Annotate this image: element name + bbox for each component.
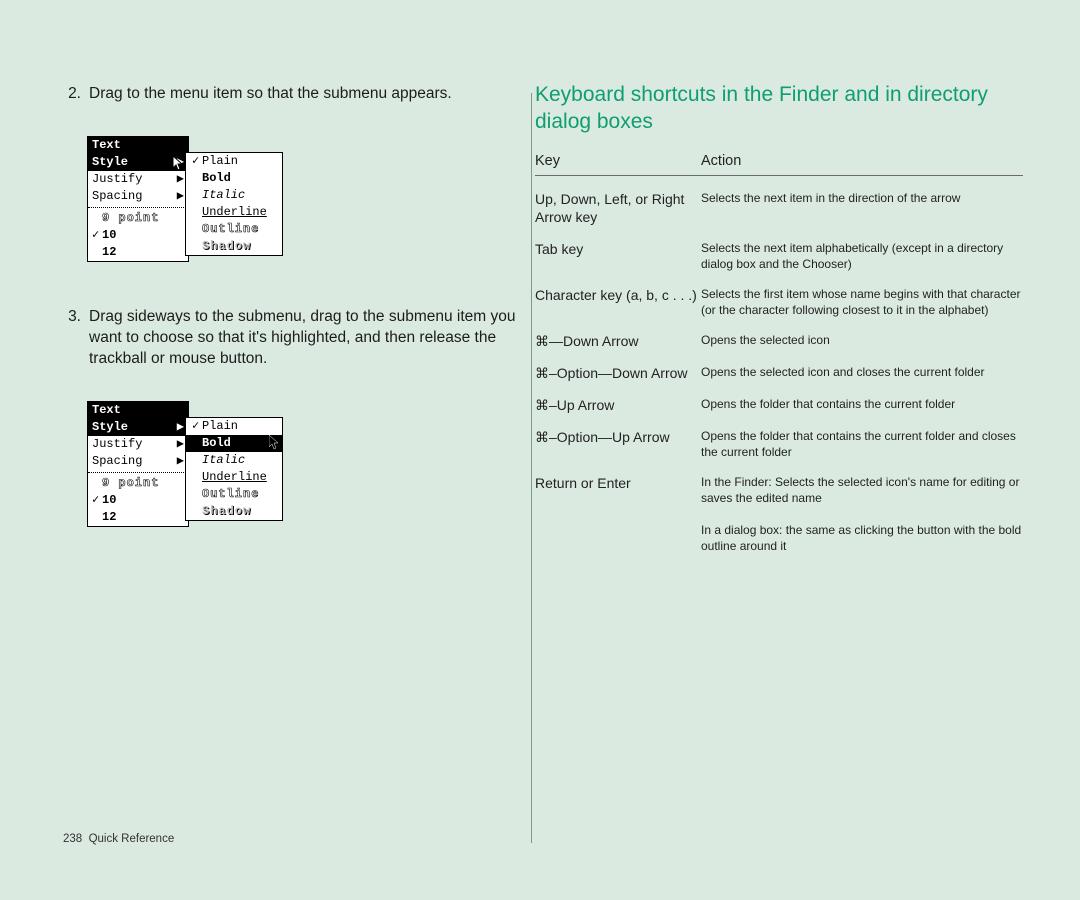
menu-illustration-1: Text Style▶ Justify▶ Spacing▶ 9 point ✓1…	[87, 136, 285, 276]
menu-item-justify: Justify▶	[88, 436, 188, 453]
menu-size-10: ✓10	[88, 227, 188, 244]
submenu-arrow-icon: ▶	[177, 155, 184, 170]
right-column: Keyboard shortcuts in the Finder and in …	[535, 83, 1023, 845]
cell-key: Character key (a, b, c . . .)	[535, 286, 701, 304]
check-icon: ✓	[92, 228, 102, 243]
cell-action: Opens the folder that contains the curre…	[701, 396, 1023, 412]
submenu-arrow-icon: ▶	[177, 189, 184, 204]
check-icon: ✓	[192, 154, 202, 169]
cell-action: In the Finder: Selects the selected icon…	[701, 474, 1023, 554]
cell-key: ⌘–Option—Up Arrow	[535, 428, 701, 446]
menu-size-10: ✓10	[88, 492, 188, 509]
page-number: 238	[63, 833, 82, 845]
cell-action: Selects the next item in the direction o…	[701, 190, 1023, 206]
cell-action: Opens the selected icon	[701, 332, 1023, 348]
submenu-underline: Underline	[186, 469, 282, 486]
menu-item-justify: Justify▶	[88, 171, 188, 188]
menu-separator	[88, 207, 188, 208]
table-body: Up, Down, Left, or Right Arrow keySelect…	[535, 190, 1023, 554]
menu-size-12: 12	[88, 509, 188, 526]
cell-key: Up, Down, Left, or Right Arrow key	[535, 190, 701, 226]
check-icon: ✓	[192, 419, 202, 434]
cell-action: Selects the next item alphabetically (ex…	[701, 240, 1023, 272]
submenu-arrow-icon: ▶	[177, 172, 184, 187]
table-row: Tab keySelects the next item alphabetica…	[535, 240, 1023, 272]
table-header: Key Action	[535, 153, 1023, 176]
table-row: Character key (a, b, c . . .)Selects the…	[535, 286, 1023, 318]
section-heading: Keyboard shortcuts in the Finder and in …	[535, 81, 1023, 135]
cell-key: ⌘—Down Arrow	[535, 332, 701, 350]
submenu-italic: Italic	[186, 452, 282, 469]
step-number: 2.	[63, 83, 81, 104]
menu-size-12: 12	[88, 244, 188, 261]
menu-size-9: 9 point	[88, 210, 188, 227]
submenu: ✓Plain Bold Italic Underline Outline Sha…	[185, 417, 283, 521]
submenu-plain: ✓Plain	[186, 418, 282, 435]
submenu-bold-highlighted: Bold	[186, 435, 282, 452]
step-number: 3.	[63, 306, 81, 369]
step-2: 2. Drag to the menu item so that the sub…	[63, 83, 531, 104]
section-label: Quick Reference	[89, 833, 175, 845]
submenu-plain: ✓Plain	[186, 153, 282, 170]
menu-title: Text	[88, 137, 188, 154]
submenu-italic: Italic	[186, 187, 282, 204]
step-text: Drag to the menu item so that the submen…	[89, 83, 531, 104]
step-text: Drag sideways to the submenu, drag to th…	[89, 306, 531, 369]
check-icon: ✓	[92, 493, 102, 508]
cell-key: Tab key	[535, 240, 701, 258]
table-row: ⌘–Option—Down ArrowOpens the selected ic…	[535, 364, 1023, 382]
cell-key: ⌘–Up Arrow	[535, 396, 701, 414]
cell-action: Opens the selected icon and closes the c…	[701, 364, 1023, 380]
cell-key: Return or Enter	[535, 474, 701, 492]
page: 2. Drag to the menu item so that the sub…	[63, 83, 1023, 845]
submenu-arrow-icon: ▶	[177, 420, 184, 435]
submenu-shadow: Shadow	[186, 238, 282, 255]
menu-item-style: Style▶	[88, 419, 188, 436]
left-column: 2. Drag to the menu item so that the sub…	[63, 83, 531, 845]
th-key: Key	[535, 153, 701, 169]
menu-size-9: 9 point	[88, 475, 188, 492]
menu-separator	[88, 472, 188, 473]
submenu-shadow: Shadow	[186, 503, 282, 520]
menu-item-spacing: Spacing▶	[88, 188, 188, 205]
cell-action: Selects the first item whose name begins…	[701, 286, 1023, 318]
column-divider	[531, 93, 532, 843]
submenu-outline: Outline	[186, 486, 282, 503]
menu-title: Text	[88, 402, 188, 419]
submenu: ✓Plain Bold Italic Underline Outline Sha…	[185, 152, 283, 256]
th-action: Action	[701, 153, 741, 169]
cell-key: ⌘–Option—Down Arrow	[535, 364, 701, 382]
submenu-arrow-icon: ▶	[177, 454, 184, 469]
table-row: ⌘—Down ArrowOpens the selected icon	[535, 332, 1023, 350]
submenu-underline: Underline	[186, 204, 282, 221]
table-row: Return or EnterIn the Finder: Selects th…	[535, 474, 1023, 554]
step-3: 3. Drag sideways to the submenu, drag to…	[63, 306, 531, 369]
menu-item-style: Style▶	[88, 154, 188, 171]
table-row: Up, Down, Left, or Right Arrow keySelect…	[535, 190, 1023, 226]
submenu-arrow-icon: ▶	[177, 437, 184, 452]
table-row: ⌘–Option—Up ArrowOpens the folder that c…	[535, 428, 1023, 460]
submenu-bold: Bold	[186, 170, 282, 187]
table-row: ⌘–Up ArrowOpens the folder that contains…	[535, 396, 1023, 414]
menu-illustration-2: Text Style▶ Justify▶ Spacing▶ 9 point ✓1…	[87, 401, 285, 541]
menu-item-spacing: Spacing▶	[88, 453, 188, 470]
page-footer: 238 Quick Reference	[63, 833, 174, 845]
submenu-outline: Outline	[186, 221, 282, 238]
cell-action: Opens the folder that contains the curre…	[701, 428, 1023, 460]
